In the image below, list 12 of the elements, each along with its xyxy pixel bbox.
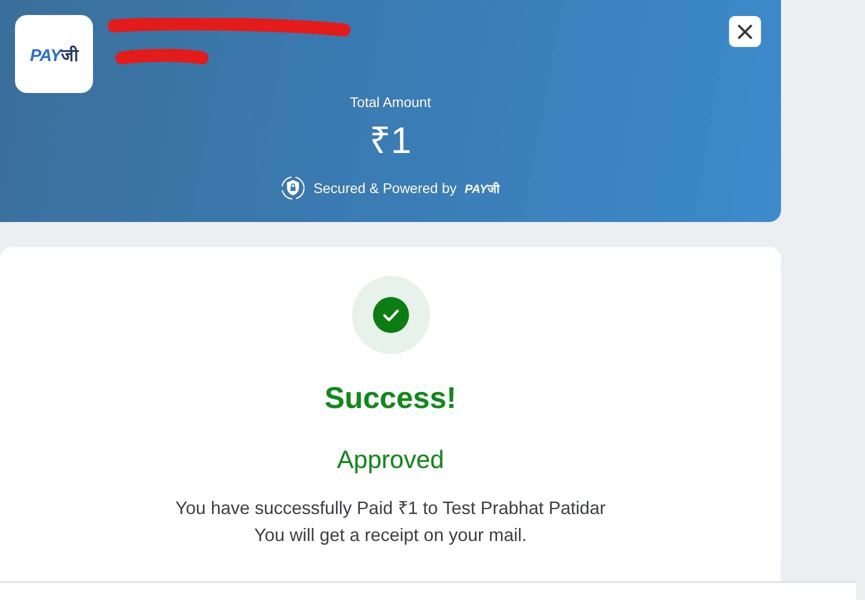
powered-logo: PAYजी [464, 180, 500, 196]
message-text: You have successfully Paid ₹1 to Test Prabhat Patidar [175, 497, 606, 519]
close-button[interactable]: × [729, 16, 761, 47]
logo: PAYजी [30, 44, 78, 66]
status-text: Approved [336, 446, 444, 475]
secured-text: Secured & Powered by [313, 180, 457, 196]
total-amount: ₹1 [370, 119, 412, 163]
total-label: Total Amount [350, 94, 431, 110]
message-text: You will get a receipt on your mail. [254, 525, 527, 546]
check-icon [372, 297, 408, 333]
success-title: Success! [324, 382, 456, 416]
shield-lock-icon [281, 176, 306, 200]
